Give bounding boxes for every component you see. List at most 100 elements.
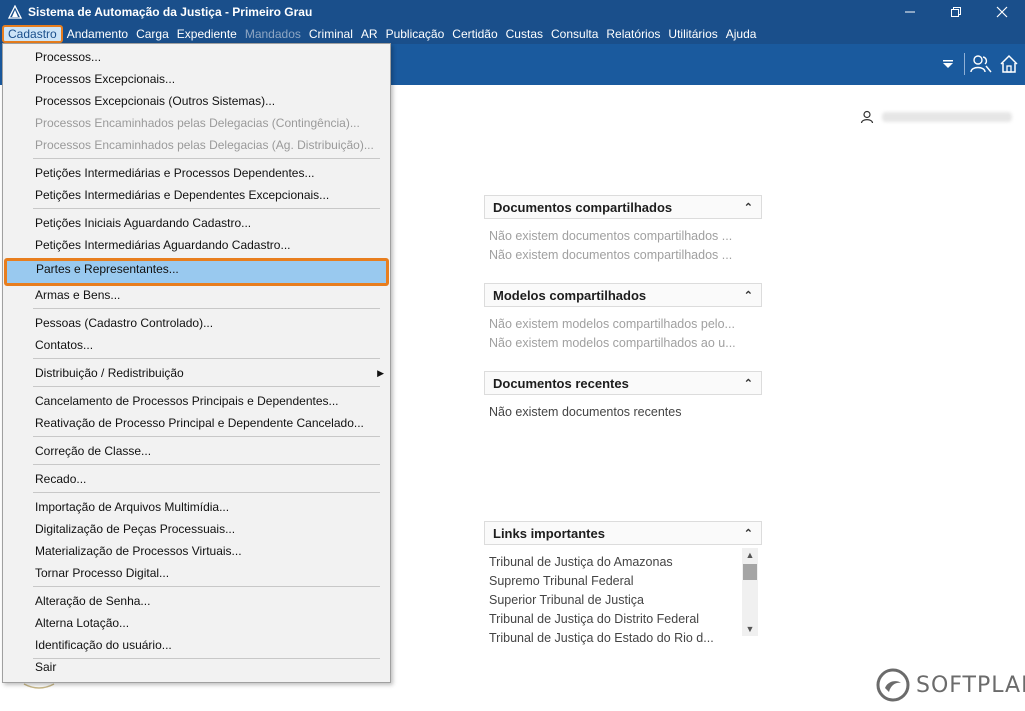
menu-publicacao[interactable]: Publicação	[382, 25, 449, 43]
menu-item-pessoas[interactable]: Pessoas (Cadastro Controlado)...	[3, 312, 390, 334]
chevron-up-icon[interactable]: ⌃	[744, 527, 753, 540]
submenu-arrow-icon: ▶	[377, 368, 384, 378]
app-logo-icon	[8, 5, 22, 19]
panel-documentos-compartilhados: Documentos compartilhados ⌃ Não existem …	[484, 195, 762, 265]
links-scrollbar[interactable]: ▲ ▼	[742, 548, 758, 636]
close-button[interactable]	[979, 0, 1025, 24]
panel-title: Documentos compartilhados	[493, 199, 673, 215]
chevron-up-icon[interactable]: ⌃	[744, 377, 753, 390]
user-info	[860, 110, 1012, 124]
menu-separator	[33, 208, 380, 209]
court-emblem-icon	[23, 683, 55, 689]
title-bar: Sistema de Automação da Justiça - Primei…	[0, 0, 1025, 24]
users-button[interactable]	[967, 52, 995, 76]
menu-item-peticoes-intermediarias-aguardando[interactable]: Petições Intermediárias Aguardando Cadas…	[3, 234, 390, 256]
menu-consulta[interactable]: Consulta	[547, 25, 602, 43]
menu-item-armas-bens[interactable]: Armas e Bens...	[3, 284, 390, 306]
menu-mandados[interactable]: Mandados	[241, 25, 305, 43]
menu-certidao[interactable]: Certidão	[448, 25, 501, 43]
menu-item-distribuicao[interactable]: Distribuição / Redistribuição ▶	[3, 362, 390, 384]
panel-modelos-compartilhados: Modelos compartilhados ⌃ Não existem mod…	[484, 283, 762, 353]
panel-header[interactable]: Documentos compartilhados ⌃	[484, 195, 762, 219]
menu-item-peticoes-iniciais-aguardando[interactable]: Petições Iniciais Aguardando Cadastro...	[3, 212, 390, 234]
softplan-logo-icon	[876, 668, 910, 702]
panel-header[interactable]: Documentos recentes ⌃	[484, 371, 762, 395]
panel-line: Não existem documentos compartilhados ..…	[489, 229, 733, 243]
cadastro-dropdown-menu: Processos... Processos Excepcionais... P…	[2, 43, 391, 683]
panel-header[interactable]: Modelos compartilhados ⌃	[484, 283, 762, 307]
menu-separator	[33, 492, 380, 493]
menu-item-recado[interactable]: Recado...	[3, 468, 390, 490]
menu-bar: Cadastro Andamento Carga Expediente Mand…	[0, 24, 1025, 44]
panel-line: Não existem modelos compartilhados ao u.…	[489, 336, 736, 350]
panel-line: Não existem modelos compartilhados pelo.…	[489, 317, 735, 331]
menu-utilitarios[interactable]: Utilitários	[664, 25, 721, 43]
panel-title: Documentos recentes	[493, 375, 629, 391]
menu-item-partes-representantes[interactable]: Partes e Representantes...	[4, 258, 389, 286]
menu-criminal[interactable]: Criminal	[305, 25, 357, 43]
toolbar-separator	[964, 53, 965, 75]
menu-ar[interactable]: AR	[357, 25, 382, 43]
menu-andamento[interactable]: Andamento	[63, 25, 132, 43]
menu-cadastro[interactable]: Cadastro	[2, 25, 63, 43]
menu-carga[interactable]: Carga	[132, 25, 173, 43]
home-button[interactable]	[995, 52, 1023, 76]
menu-expediente[interactable]: Expediente	[173, 25, 241, 43]
menu-custas[interactable]: Custas	[502, 25, 547, 43]
menu-item-correcao-classe[interactable]: Correção de Classe...	[3, 440, 390, 462]
menu-item-processos-excepcionais[interactable]: Processos Excepcionais...	[3, 68, 390, 90]
minimize-button[interactable]	[887, 0, 933, 24]
menu-item-processos[interactable]: Processos...	[3, 46, 390, 68]
menu-item-processos-delegacias-contingencia[interactable]: Processos Encaminhados pelas Delegacias …	[3, 112, 390, 134]
panel-header[interactable]: Links importantes ⌃	[484, 521, 762, 545]
menu-separator	[33, 358, 380, 359]
menu-item-importacao-multimidia[interactable]: Importação de Arquivos Multimídia...	[3, 496, 390, 518]
panel-line: Não existem documentos recentes	[489, 405, 682, 419]
menu-item-tornar-digital[interactable]: Tornar Processo Digital...	[3, 562, 390, 584]
menu-item-alterna-lotacao[interactable]: Alterna Lotação...	[3, 612, 390, 634]
menu-item-sair[interactable]: Sair	[3, 656, 390, 678]
menu-item-reativacao[interactable]: Reativação de Processo Principal e Depen…	[3, 412, 390, 434]
restore-icon	[951, 7, 961, 17]
menu-item-alteracao-senha[interactable]: Alteração de Senha...	[3, 590, 390, 612]
link-item[interactable]: Tribunal de Justiça do Amazonas	[484, 553, 742, 572]
panel-line: Não existem documentos compartilhados ..…	[489, 248, 733, 262]
caret-down-icon	[943, 60, 953, 68]
restore-button[interactable]	[933, 0, 979, 24]
window-title: Sistema de Automação da Justiça - Primei…	[28, 5, 313, 19]
minimize-icon	[905, 11, 915, 13]
softplan-logo: SOFTPLAN	[876, 668, 1025, 702]
link-item[interactable]: Supremo Tribunal Federal	[484, 572, 742, 591]
menu-item-cancelamento[interactable]: Cancelamento de Processos Principais e D…	[3, 390, 390, 412]
panel-title: Links importantes	[493, 525, 605, 541]
link-item[interactable]: Tribunal de Justiça do Estado do Rio d..…	[484, 629, 742, 648]
menu-relatorios[interactable]: Relatórios	[602, 25, 664, 43]
scroll-up-icon[interactable]: ▲	[742, 548, 758, 562]
toolbar-dropdown-button[interactable]	[934, 52, 962, 76]
menu-item-identificacao-usuario[interactable]: Identificação do usuário...	[3, 634, 390, 656]
menu-separator	[33, 386, 380, 387]
menu-item-contatos[interactable]: Contatos...	[3, 334, 390, 356]
menu-item-processos-delegacias-distribuicao[interactable]: Processos Encaminhados pelas Delegacias …	[3, 134, 390, 156]
menu-separator	[33, 586, 380, 587]
chevron-up-icon[interactable]: ⌃	[744, 201, 753, 214]
link-item[interactable]: Superior Tribunal de Justiça	[484, 591, 742, 610]
menu-item-label: Distribuição / Redistribuição	[35, 366, 184, 380]
user-icon	[860, 110, 874, 124]
scroll-thumb[interactable]	[743, 564, 757, 580]
link-item[interactable]: Tribunal de Justiça do Distrito Federal	[484, 610, 742, 629]
home-icon	[1000, 54, 1018, 73]
menu-item-peticoes-dependentes-excepcionais[interactable]: Petições Intermediárias e Dependentes Ex…	[3, 184, 390, 206]
menu-separator	[33, 308, 380, 309]
menu-separator	[33, 464, 380, 465]
menu-item-peticoes-intermediarias-dependentes[interactable]: Petições Intermediárias e Processos Depe…	[3, 162, 390, 184]
menu-separator	[33, 158, 380, 159]
menu-item-processos-excepcionais-outros[interactable]: Processos Excepcionais (Outros Sistemas)…	[3, 90, 390, 112]
menu-item-materializacao[interactable]: Materialização de Processos Virtuais...	[3, 540, 390, 562]
scroll-down-icon[interactable]: ▼	[742, 622, 758, 636]
menu-item-digitalizacao[interactable]: Digitalização de Peças Processuais...	[3, 518, 390, 540]
softplan-logo-text: SOFTPLAN	[916, 672, 1025, 698]
menu-ajuda[interactable]: Ajuda	[722, 25, 761, 43]
user-name-redacted	[882, 112, 1012, 122]
chevron-up-icon[interactable]: ⌃	[744, 289, 753, 302]
